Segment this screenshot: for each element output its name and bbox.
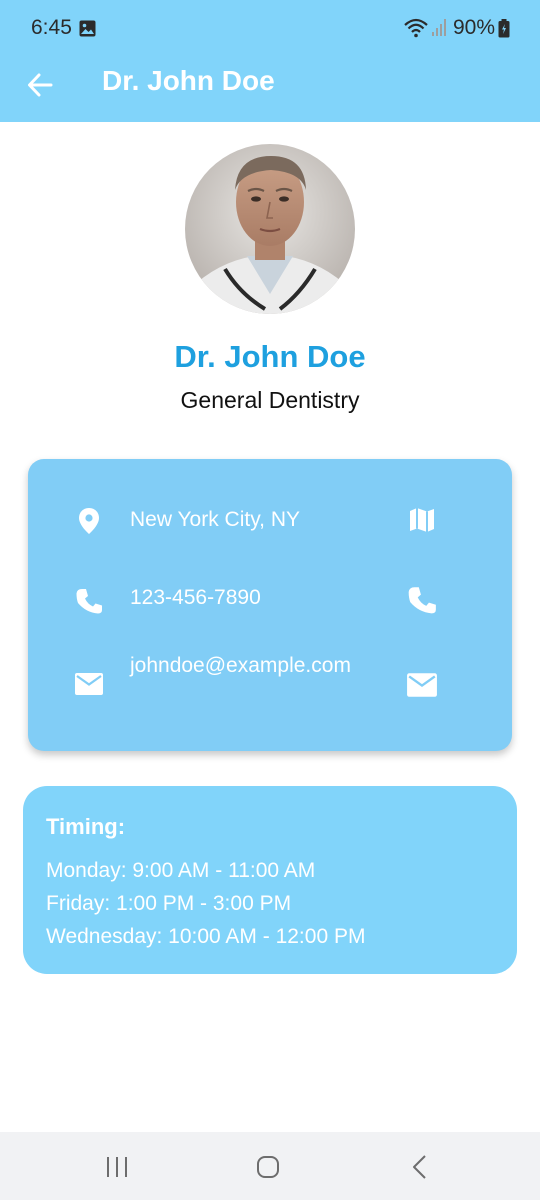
timing-line-monday: Monday: 9:00 AM - 11:00 AM bbox=[46, 859, 316, 882]
map-icon[interactable] bbox=[406, 504, 438, 536]
status-bar: 6:45 90% bbox=[0, 0, 540, 56]
signal-icon bbox=[432, 19, 446, 36]
arrow-back-icon bbox=[28, 73, 53, 97]
back-button[interactable] bbox=[22, 67, 58, 103]
battery-percent: 90% bbox=[453, 16, 496, 39]
phone-text: 123-456-7890 bbox=[130, 586, 261, 609]
location-text: New York City, NY bbox=[130, 508, 300, 531]
status-time: 6:45 bbox=[31, 16, 72, 39]
email-send-icon[interactable] bbox=[406, 669, 438, 701]
timing-line-friday: Friday: 1:00 PM - 3:00 PM bbox=[46, 892, 292, 915]
doctor-portrait bbox=[185, 144, 355, 314]
location-pin-icon bbox=[79, 508, 99, 534]
contact-row-phone: 123-456-7890 bbox=[28, 569, 512, 629]
contact-row-email: johndoe@example.com bbox=[28, 653, 512, 733]
timing-line-wednesday: Wednesday: 10:00 AM - 12:00 PM bbox=[46, 925, 366, 948]
battery-icon bbox=[498, 19, 510, 38]
timing-card: Timing: Monday: 9:00 AM - 11:00 AM Frida… bbox=[23, 786, 517, 974]
recents-icon[interactable] bbox=[103, 1153, 131, 1181]
phone-call-icon[interactable] bbox=[406, 584, 438, 616]
system-nav-bar bbox=[0, 1132, 540, 1200]
phone-icon bbox=[76, 589, 102, 614]
doctor-specialty: General Dentistry bbox=[180, 387, 360, 413]
back-nav-icon[interactable] bbox=[406, 1153, 434, 1181]
doctor-detail-screen: 6:45 90% Dr. John Doe Dr. John Doe Gener… bbox=[0, 0, 540, 1200]
timing-title: Timing: bbox=[46, 814, 126, 839]
gallery-icon bbox=[79, 20, 96, 37]
app-bar-title: Dr. John Doe bbox=[102, 65, 275, 96]
app-bar: Dr. John Doe bbox=[0, 56, 540, 122]
contact-card: New York City, NY 123-456-7890 johndoe@e… bbox=[28, 459, 512, 751]
doctor-name: Dr. John Doe bbox=[174, 339, 366, 374]
contact-row-location: New York City, NY bbox=[28, 489, 512, 549]
email-text: johndoe@example.com bbox=[130, 654, 351, 677]
email-icon bbox=[75, 673, 103, 695]
doctor-avatar bbox=[185, 144, 355, 314]
home-icon[interactable] bbox=[254, 1153, 282, 1181]
wifi-icon bbox=[404, 18, 428, 38]
